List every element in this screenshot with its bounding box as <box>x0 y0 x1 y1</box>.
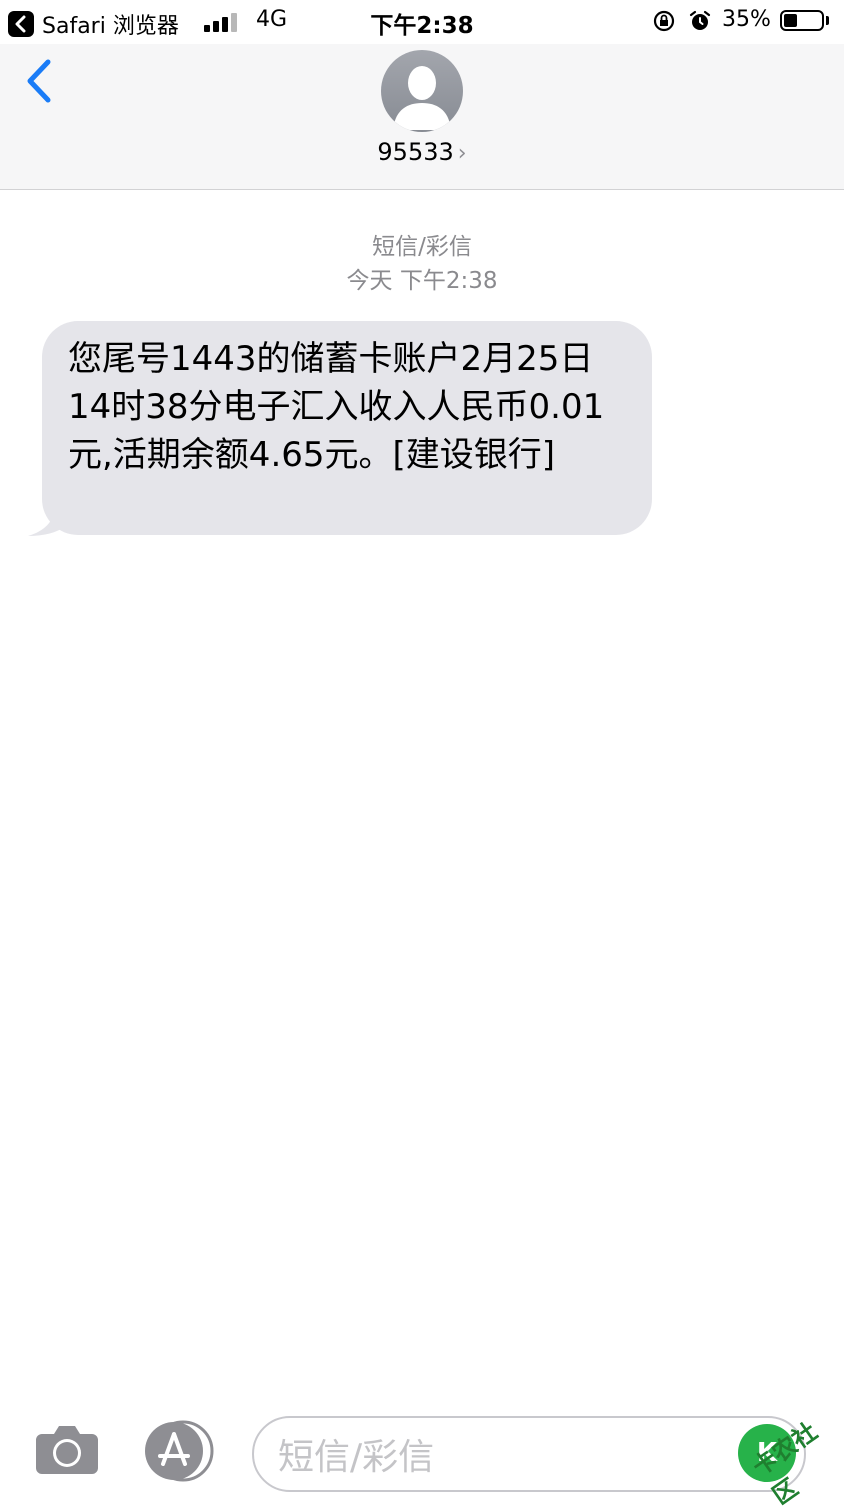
contact-avatar[interactable] <box>381 50 463 132</box>
battery-icon <box>780 10 824 31</box>
conversation-header: 95533 › <box>0 44 844 190</box>
message-input-placeholder: 短信/彩信 <box>278 1437 435 1478</box>
app-store-button[interactable] <box>143 1420 215 1482</box>
battery-level-fill <box>784 14 797 27</box>
orientation-lock-icon <box>652 9 676 37</box>
person-silhouette-icon <box>393 66 451 130</box>
message-bubble[interactable]: 您尾号1443的储蓄卡账户2月25日14时38分电子汇入收入人民币0.01元,活… <box>42 321 652 535</box>
app-store-icon <box>145 1420 214 1482</box>
camera-icon <box>36 1426 98 1474</box>
back-button[interactable] <box>22 56 62 106</box>
message-timestamp: 今天 下午2:38 <box>346 268 498 294</box>
message-input[interactable]: 短信/彩信 <box>252 1416 806 1492</box>
status-time: 下午2:38 <box>370 13 474 39</box>
status-bar: Safari 浏览器 4G 下午2:38 35% <box>0 0 844 44</box>
battery-percentage: 35% <box>722 7 771 32</box>
chevron-right-icon: › <box>457 141 467 166</box>
message-text: 您尾号1443的储蓄卡账户2月25日14时38分电子汇入收入人民币0.01元,活… <box>68 339 605 475</box>
message-type-label: 短信/彩信 <box>372 234 472 260</box>
chevron-left-icon <box>27 59 51 103</box>
camera-button[interactable] <box>34 1424 100 1480</box>
alarm-icon <box>688 9 712 37</box>
contact-name-button[interactable]: 95533 › <box>0 138 844 166</box>
battery-tip <box>826 16 829 25</box>
contact-name: 95533 <box>377 138 454 166</box>
